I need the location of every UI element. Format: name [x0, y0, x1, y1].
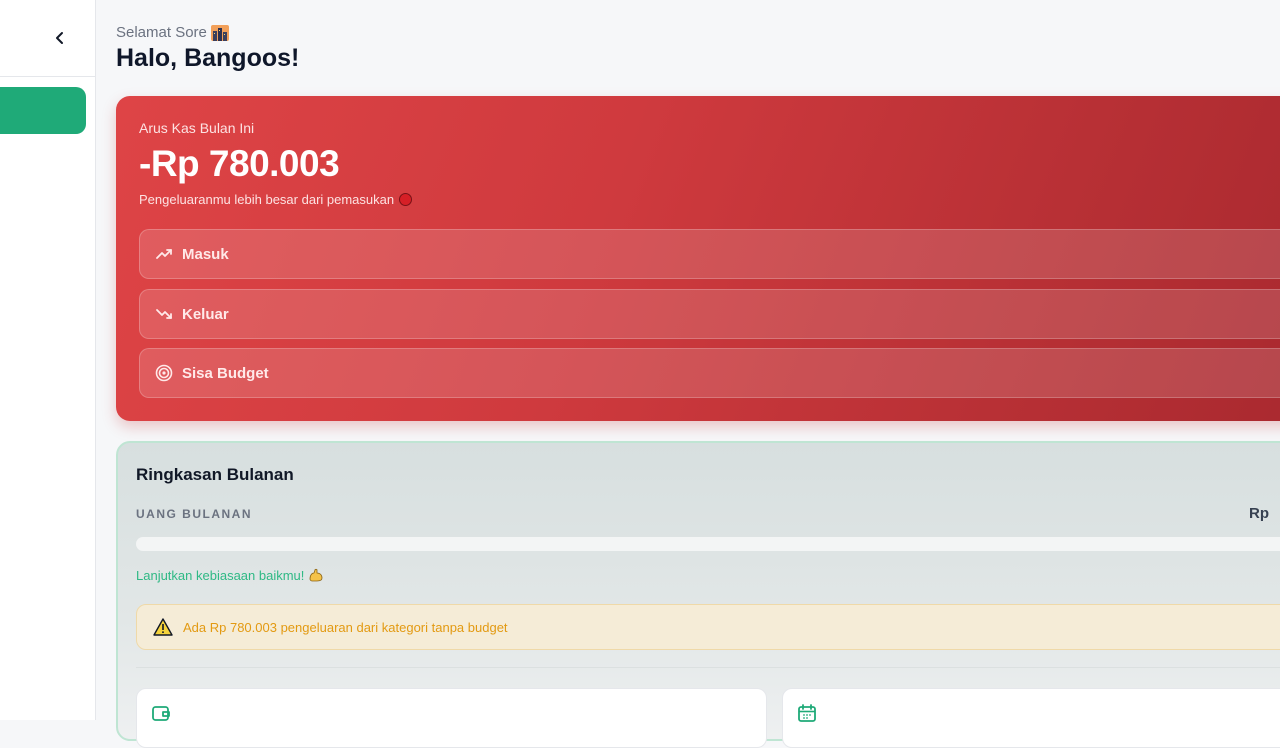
red-circle-icon: [399, 193, 413, 206]
greeting-subtitle: Selamat Sore: [116, 24, 229, 41]
flexed-biceps-icon: [309, 568, 323, 582]
income-row[interactable]: Masuk: [139, 229, 1280, 279]
monthly-money-value: Rp: [1249, 505, 1269, 522]
expense-row[interactable]: Keluar: [139, 289, 1280, 339]
chevron-left-icon: [56, 32, 63, 44]
city-dusk-icon: [210, 24, 229, 41]
collapse-sidebar-button[interactable]: [50, 28, 70, 48]
income-label: Masuk: [182, 245, 229, 263]
cash-flow-note: Pengeluaranmu lebih besar dari pemasukan: [139, 192, 413, 207]
monthly-summary-title: Ringkasan Bulanan: [136, 465, 294, 484]
monthly-money-label: UANG BULANAN: [136, 507, 252, 521]
cash-flow-label: Arus Kas Bulan Ini: [139, 120, 255, 136]
expense-label: Keluar: [182, 305, 229, 323]
cash-flow-note-text: Pengeluaranmu lebih besar dari pemasukan: [139, 192, 395, 207]
encouragement-message: Lanjutkan kebiasaan baikmu!: [136, 567, 324, 583]
uncategorized-warning: Ada Rp 780.003 pengeluaran dari kategori…: [136, 604, 1280, 650]
calendar-icon: [798, 704, 816, 722]
wallet-icon: [152, 706, 170, 721]
trending-down-icon: [155, 305, 173, 323]
sidebar-item-active[interactable]: [0, 87, 86, 134]
main-content: Selamat Sore Halo, Bangoos! Arus Kas Bul…: [96, 0, 1280, 748]
uncategorized-warning-text: Ada Rp 780.003 pengeluaran dari kategori…: [183, 619, 508, 635]
cash-flow-amount: -Rp 780.003: [139, 143, 340, 184]
monthly-summary-card: Ringkasan Bulanan UANG BULANAN Rp Lanjut…: [116, 441, 1280, 748]
remaining-budget-row[interactable]: Sisa Budget R: [139, 348, 1280, 398]
trending-up-icon: [155, 245, 173, 263]
summary-divider: [136, 667, 1280, 668]
wallet-card[interactable]: [136, 688, 767, 748]
greeting-title: Halo, Bangoos!: [116, 44, 300, 72]
cash-flow-card: Arus Kas Bulan Ini -Rp 780.003 Pengeluar…: [116, 96, 1280, 421]
target-icon: [155, 364, 173, 382]
monthly-money-progress: [136, 537, 1280, 551]
calendar-card[interactable]: [782, 688, 1280, 748]
greeting-subtitle-text: Selamat Sore: [116, 24, 207, 41]
sidebar: [0, 0, 96, 720]
remaining-budget-label: Sisa Budget: [182, 364, 269, 382]
sidebar-header: [0, 0, 95, 77]
warning-icon: [153, 618, 173, 636]
encouragement-text: Lanjutkan kebiasaan baikmu!: [136, 567, 305, 583]
